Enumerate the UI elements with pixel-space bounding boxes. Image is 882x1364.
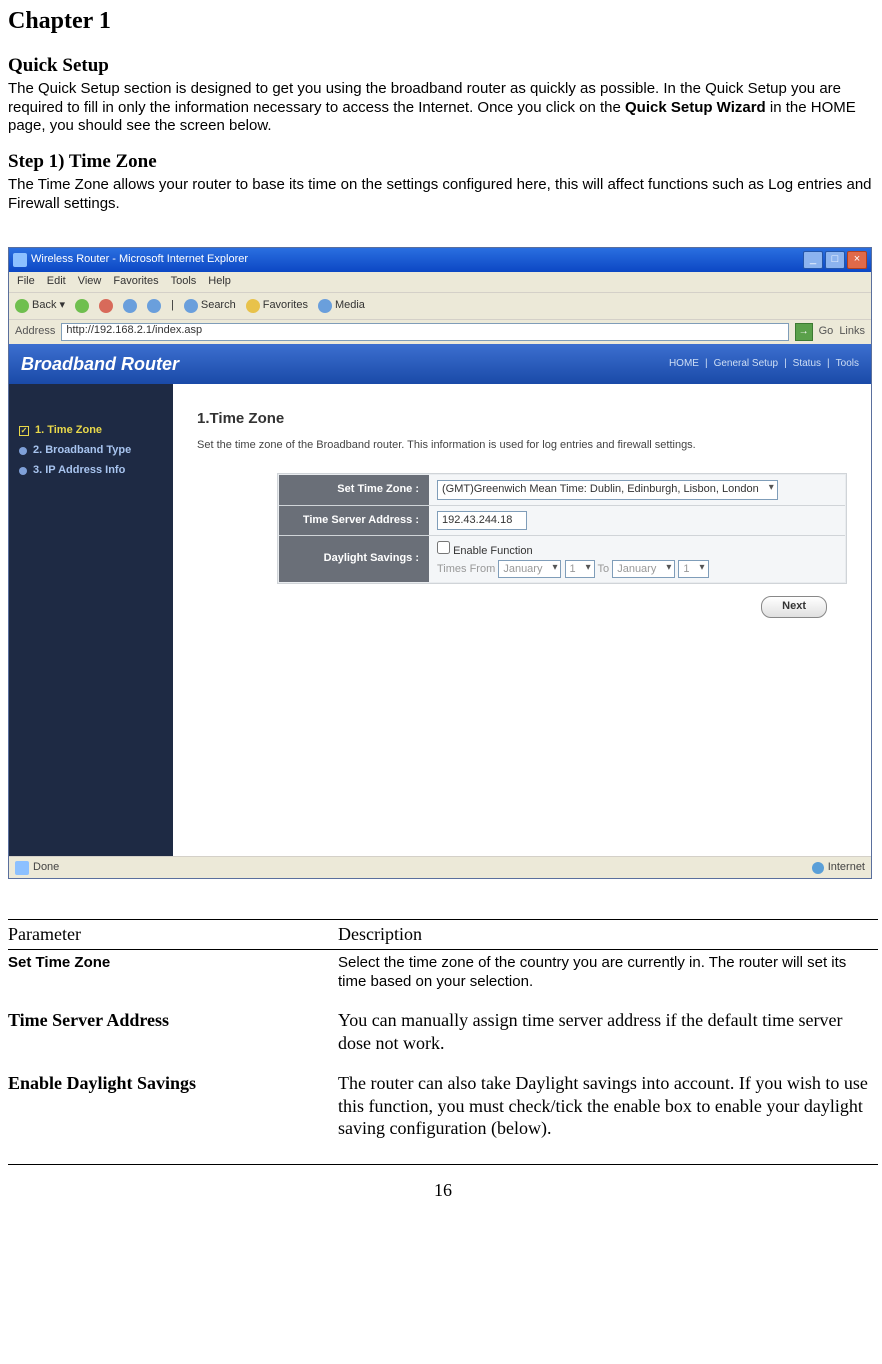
check-icon: ✓	[19, 426, 29, 436]
table-header-description: Description	[338, 920, 878, 949]
quick-setup-heading: Quick Setup	[8, 54, 878, 78]
status-zone: Internet	[828, 861, 865, 875]
table-header-parameter: Parameter	[8, 920, 338, 949]
panel-desc: Set the time zone of the Broadband route…	[197, 439, 847, 453]
sidenav-item-broadband-type[interactable]: 2. Broadband Type	[19, 444, 163, 458]
home-icon	[147, 299, 161, 313]
menu-edit[interactable]: Edit	[47, 275, 66, 289]
footer-divider	[8, 1164, 878, 1165]
media-icon	[318, 299, 332, 313]
back-icon	[15, 299, 29, 313]
home-button[interactable]	[147, 299, 161, 313]
ie-logo-icon	[13, 253, 27, 267]
quick-setup-paragraph: The Quick Setup section is designed to g…	[8, 80, 878, 136]
menu-favorites[interactable]: Favorites	[113, 275, 158, 289]
sidenav-item-time-zone[interactable]: ✓ 1. Time Zone	[19, 424, 163, 438]
banner-link-general[interactable]: General Setup	[714, 358, 779, 371]
search-icon	[184, 299, 198, 313]
form-panel: Set Time Zone : (GMT)Greenwich Mean Time…	[277, 473, 847, 584]
sidenav-item-ip-address[interactable]: 3. IP Address Info	[19, 464, 163, 478]
times-from-label: Times From	[437, 563, 495, 575]
favorites-button[interactable]: Favorites	[246, 299, 308, 313]
banner-link-home[interactable]: HOME	[669, 358, 699, 371]
main-panel: 1.Time Zone Set the time zone of the Bro…	[173, 384, 871, 856]
bullet-icon	[19, 467, 27, 475]
menu-view[interactable]: View	[78, 275, 102, 289]
banner-link-status[interactable]: Status	[793, 358, 821, 371]
router-banner: Broadband Router HOME | General Setup | …	[9, 344, 871, 384]
set-time-zone-select[interactable]: (GMT)Greenwich Mean Time: Dublin, Edinbu…	[437, 480, 778, 500]
menu-file[interactable]: File	[17, 275, 35, 289]
set-time-zone-label: Set Time Zone :	[279, 475, 429, 505]
search-button[interactable]: Search	[184, 299, 236, 313]
ie-window: Wireless Router - Microsoft Internet Exp…	[8, 247, 872, 879]
desc-set-time-zone: Select the time zone of the country you …	[338, 954, 878, 992]
time-server-input[interactable]: 192.43.244.18	[437, 511, 527, 531]
globe-icon	[812, 862, 824, 874]
step1-heading: Step 1) Time Zone	[8, 150, 878, 174]
go-button[interactable]: →	[795, 323, 813, 341]
links-label[interactable]: Links	[839, 325, 865, 339]
forward-icon	[75, 299, 89, 313]
side-nav: ✓ 1. Time Zone 2. Broadband Type 3. IP A…	[9, 384, 173, 856]
param-time-server: Time Server Address	[8, 1009, 338, 1054]
to-month-select[interactable]: January	[612, 560, 675, 578]
done-icon	[15, 861, 29, 875]
refresh-icon	[123, 299, 137, 313]
back-button[interactable]: Back ▾	[15, 299, 65, 313]
close-button[interactable]: ×	[847, 251, 867, 269]
param-set-time-zone: Set Time Zone	[8, 954, 338, 992]
minimize-button[interactable]: _	[803, 251, 823, 269]
step1-paragraph: The Time Zone allows your router to base…	[8, 176, 878, 214]
toolbar: Back ▾ | Search Favorites Media	[9, 292, 871, 320]
status-bar: Done Internet	[9, 856, 871, 878]
titlebar: Wireless Router - Microsoft Internet Exp…	[9, 248, 871, 272]
stop-button[interactable]	[99, 299, 113, 313]
chapter-title: Chapter 1	[8, 6, 878, 36]
sidenav-label: 3. IP Address Info	[33, 464, 125, 478]
parameter-table: Parameter Description Set Time Zone Sele…	[8, 919, 878, 1154]
daylight-savings-label: Daylight Savings :	[279, 536, 429, 582]
param-enable-daylight: Enable Daylight Savings	[8, 1072, 338, 1140]
sidenav-label: 2. Broadband Type	[33, 444, 131, 458]
from-day-select[interactable]: 1	[565, 560, 595, 578]
banner-title: Broadband Router	[21, 353, 179, 376]
menu-tools[interactable]: Tools	[171, 275, 197, 289]
from-month-select[interactable]: January	[498, 560, 561, 578]
maximize-button[interactable]: □	[825, 251, 845, 269]
status-done: Done	[33, 861, 59, 875]
to-day-select[interactable]: 1	[678, 560, 708, 578]
menu-help[interactable]: Help	[208, 275, 231, 289]
address-bar: Address http://192.168.2.1/index.asp → G…	[9, 320, 871, 344]
go-label: Go	[819, 325, 834, 339]
refresh-button[interactable]	[123, 299, 137, 313]
bullet-icon	[19, 447, 27, 455]
window-title: Wireless Router - Microsoft Internet Exp…	[31, 253, 248, 267]
desc-time-server: You can manually assign time server addr…	[338, 1009, 878, 1054]
enable-daylight-label: Enable Function	[453, 545, 533, 557]
menubar: File Edit View Favorites Tools Help	[9, 272, 871, 292]
content-area: ✓ 1. Time Zone 2. Broadband Type 3. IP A…	[9, 384, 871, 856]
page-number: 16	[8, 1179, 878, 1202]
stop-icon	[99, 299, 113, 313]
sidenav-label: 1. Time Zone	[35, 424, 102, 438]
next-button[interactable]: Next	[761, 596, 827, 618]
to-label: To	[598, 563, 610, 575]
address-input[interactable]: http://192.168.2.1/index.asp	[61, 323, 788, 341]
quick-setup-wizard-label: Quick Setup Wizard	[625, 99, 766, 116]
banner-link-tools[interactable]: Tools	[836, 358, 859, 371]
favorites-icon	[246, 299, 260, 313]
time-server-label: Time Server Address :	[279, 506, 429, 536]
address-label: Address	[15, 325, 55, 339]
enable-daylight-checkbox[interactable]	[437, 541, 450, 554]
forward-button[interactable]	[75, 299, 89, 313]
media-button[interactable]: Media	[318, 299, 365, 313]
panel-heading: 1.Time Zone	[197, 410, 847, 429]
desc-enable-daylight: The router can also take Daylight saving…	[338, 1072, 878, 1140]
